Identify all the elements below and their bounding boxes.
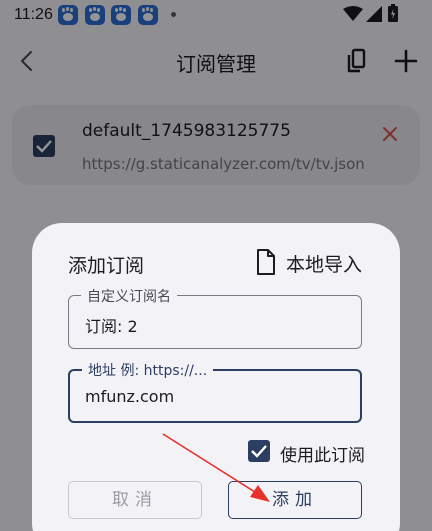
check-icon [251,445,267,458]
subscription-url-field-label: 地址 例: https://... [82,360,214,380]
add-subscription-dialog: 添加订阅 本地导入 自定义订阅名 订阅: 2 地址 例: https://...… [32,223,400,531]
subscription-name-value: 订阅: 2 [85,317,138,336]
add-button[interactable]: 添加 [228,481,362,519]
use-subscription-label: 使用此订阅 [280,446,365,466]
local-import-button[interactable]: 本地导入 [256,247,372,277]
cancel-button[interactable]: 取消 [68,481,202,519]
subscription-url-value: mfunz.com [85,387,175,406]
subscription-name-field-label: 自定义订阅名 [81,286,177,306]
dialog-title: 添加订阅 [68,255,145,277]
local-import-label: 本地导入 [286,254,363,276]
use-subscription-checkbox[interactable] [248,440,270,462]
file-icon [257,249,275,275]
subscription-url-field[interactable]: 地址 例: https://... mfunz.com [68,360,362,423]
subscription-name-field[interactable]: 自定义订阅名 订阅: 2 [68,286,362,349]
